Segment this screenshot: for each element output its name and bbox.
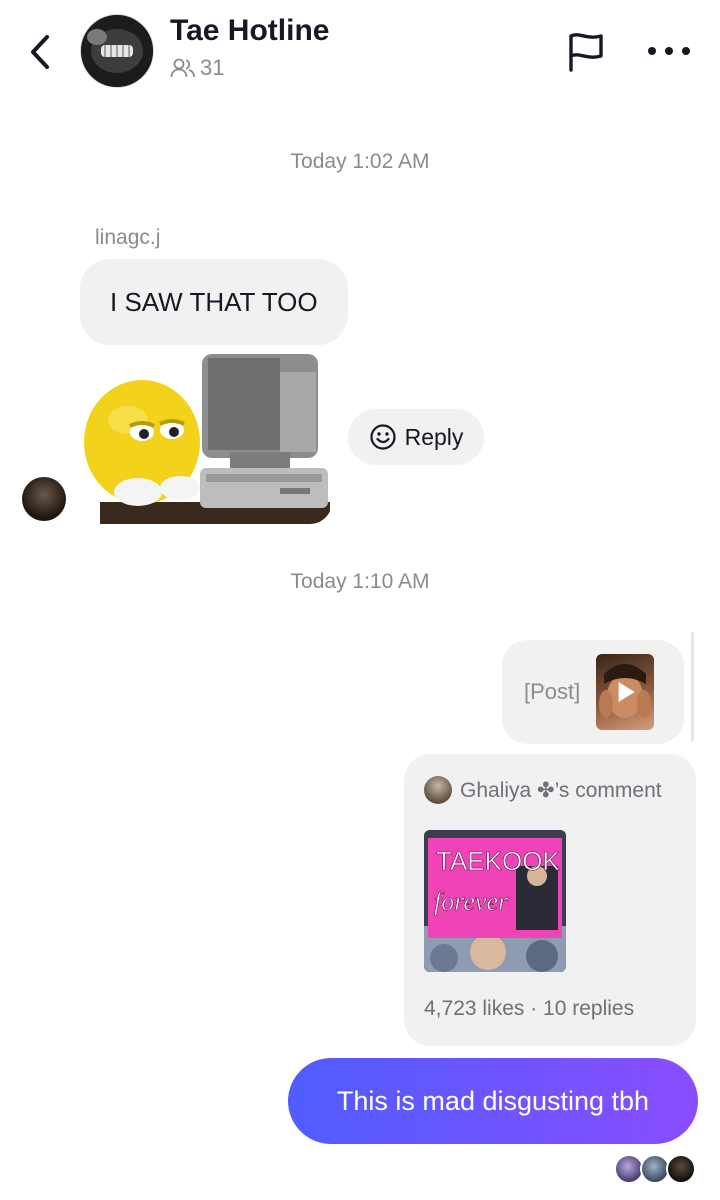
sender-avatar[interactable] <box>22 477 66 521</box>
comment-image-graphic: TAEKOOK forever <box>424 830 566 972</box>
outgoing-message-text: This is mad disgusting tbh <box>336 1085 650 1116</box>
chat-title[interactable]: Tae Hotline <box>170 14 329 48</box>
more-icon-dot <box>665 47 673 55</box>
post-thumbnail[interactable] <box>596 654 655 730</box>
group-icon <box>170 58 195 78</box>
sticker-graphic <box>80 352 332 524</box>
reply-label: Reply <box>404 423 464 450</box>
shared-post-bubble[interactable]: [Post] <box>502 640 684 744</box>
timestamp: Today 1:02 AM <box>290 150 430 173</box>
sign-text-line2: forever <box>434 887 509 916</box>
comment-stats: 4,723 likes · 10 replies <box>424 997 635 1020</box>
more-options-button[interactable] <box>648 36 690 66</box>
comment-image[interactable]: TAEKOOK forever <box>424 830 566 972</box>
report-button[interactable] <box>565 30 607 74</box>
incoming-message-bubble[interactable]: I SAW THAT TOO <box>80 259 348 345</box>
more-icon-dot <box>682 47 690 55</box>
outgoing-message-bubble[interactable]: This is mad disgusting tbh <box>288 1058 698 1144</box>
comment-header: Ghaliya ✤’s comment <box>424 776 662 804</box>
more-icon <box>648 47 656 55</box>
reply-button[interactable]: Reply <box>348 409 484 465</box>
comment-header-text: Ghaliya ✤’s comment <box>460 778 662 802</box>
timestamp: Today 1:10 AM <box>290 570 430 593</box>
member-count-value: 31 <box>200 55 225 80</box>
chat-header: Tae Hotline 31 <box>0 0 720 100</box>
incoming-message-text: I SAW THAT TOO <box>110 286 318 317</box>
smiley-icon <box>369 424 396 450</box>
commenter-avatar <box>424 776 452 804</box>
group-avatar[interactable] <box>80 14 154 88</box>
seen-avatar <box>666 1154 696 1184</box>
play-icon <box>618 682 635 702</box>
chevron-left-icon <box>31 35 49 69</box>
flag-icon <box>569 33 603 72</box>
sender-name: linagc.j <box>95 226 161 249</box>
post-label: [Post] <box>524 679 581 704</box>
scroll-indicator <box>691 632 694 742</box>
seen-by-avatars[interactable] <box>614 1152 698 1186</box>
shared-comment-card[interactable]: Ghaliya ✤’s comment TAEKOOK forever 4,72… <box>404 754 696 1046</box>
back-button[interactable] <box>22 30 58 74</box>
sign-text-line1: TAEKOOK <box>436 846 560 876</box>
member-count[interactable]: 31 <box>170 55 224 81</box>
sticker-image[interactable] <box>80 352 332 524</box>
avatar-image <box>81 15 153 87</box>
